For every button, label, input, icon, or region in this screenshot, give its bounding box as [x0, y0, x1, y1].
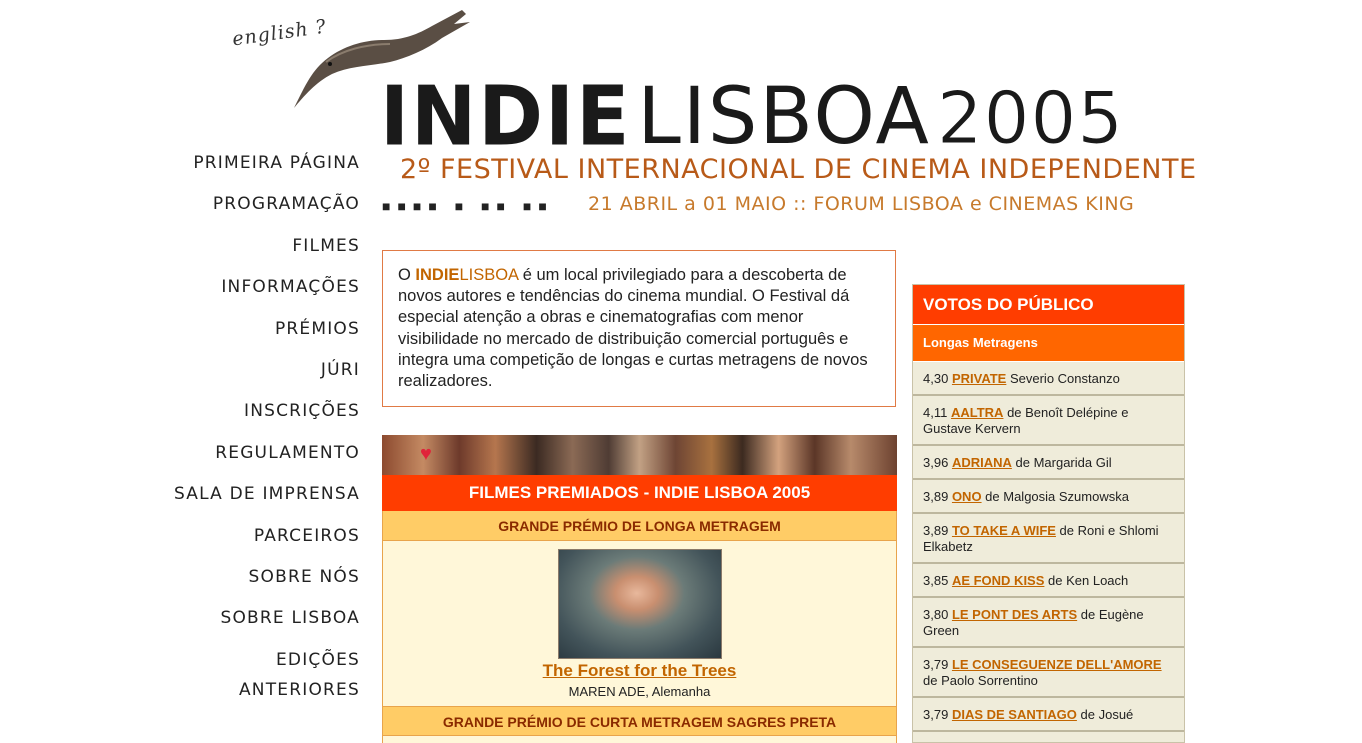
vote-director: de Margarida Gil — [1011, 455, 1112, 470]
vote-film-link[interactable]: PRIVATE — [952, 371, 1006, 386]
intro-prefix: O — [398, 266, 416, 284]
logo-indie: INDIE — [380, 69, 632, 165]
decorative-dots: ■■■■ ■ ■■ ■■ — [382, 198, 554, 214]
prize-section-title: GRANDE PRÉMIO DE LONGA METRAGEM — [382, 511, 897, 541]
festival-dates: 21 ABRIL a 01 MAIO :: FORUM LISBOA e CIN… — [588, 193, 1135, 215]
festival-logo[interactable]: INDIELISBOA2005 — [380, 69, 1125, 165]
nav-juri[interactable]: JÚRI — [160, 355, 360, 396]
vote-score: 3,85 — [923, 573, 949, 588]
heart-icon: ♥ — [420, 443, 432, 465]
intro-brand-lisboa: LISBOA — [459, 266, 519, 284]
prize-film-card — [382, 736, 897, 743]
film-still-image[interactable] — [558, 549, 722, 659]
votes-heading: VOTOS DO PÚBLICO — [913, 285, 1184, 325]
vote-score: 4,30 — [923, 371, 949, 386]
vote-film-link[interactable]: AALTRA — [951, 405, 1003, 420]
vote-row: 3,79 LE CONSEGUENZE DELL'AMORE de Paolo … — [913, 648, 1184, 698]
vote-score: 3,89 — [923, 523, 949, 538]
vote-director: de Paolo Sorrentino — [923, 673, 1038, 688]
prizes-panel: FILMES PREMIADOS - INDIE LISBOA 2005 GRA… — [382, 475, 897, 743]
public-votes-panel: VOTOS DO PÚBLICO Longas Metragens 4,30 P… — [912, 284, 1185, 743]
votes-category: Longas Metragens — [913, 325, 1184, 362]
vote-score: 3,79 — [923, 707, 949, 722]
nav-filmes[interactable]: FILMES — [160, 231, 360, 272]
prizes-heading: FILMES PREMIADOS - INDIE LISBOA 2005 — [382, 475, 897, 511]
vote-row: 3,79 DIAS DE SANTIAGO de Josué — [913, 698, 1184, 732]
film-director: MAREN ADE — [568, 684, 646, 699]
vote-director: de Josué — [1076, 707, 1134, 722]
nav-inscricoes[interactable]: INSCRIÇÕES — [160, 396, 360, 437]
main-nav: PRIMEIRA PÁGINA PROGRAMAÇÃO FILMES INFOR… — [160, 148, 360, 700]
nav-regulamento[interactable]: REGULAMENTO — [160, 438, 360, 479]
nav-primeira-pagina[interactable]: PRIMEIRA PÁGINA — [160, 148, 360, 189]
vote-row: 3,85 AE FOND KISS de Ken Loach — [913, 564, 1184, 598]
vote-row: 3,80 LE PONT DES ARTS de Eugène Green — [913, 598, 1184, 648]
vote-score: 3,79 — [923, 657, 949, 672]
vote-film-link[interactable]: AE FOND KISS — [952, 573, 1044, 588]
film-collage-banner: ♥ — [382, 435, 897, 475]
vote-film-link[interactable]: ONO — [952, 489, 982, 504]
vote-director: de Ken Loach — [1044, 573, 1129, 588]
vote-row: 4,30 PRIVATE Severio Constanzo — [913, 362, 1184, 396]
nav-sobre-nos[interactable]: SOBRE NÓS — [160, 562, 360, 603]
prize-film-card: The Forest for the Trees MAREN ADE, Alem… — [382, 541, 897, 706]
vote-score: 4,11 — [923, 405, 948, 420]
nav-sobre-lisboa[interactable]: SOBRE LISBOA — [160, 603, 360, 644]
vote-row: 3,96 ADRIANA de Margarida Gil — [913, 446, 1184, 480]
intro-text: é um local privilegiado para a descobert… — [398, 266, 868, 391]
vote-film-link[interactable]: LE PONT DES ARTS — [952, 607, 1077, 622]
nav-informacoes[interactable]: INFORMAÇÕES — [160, 272, 360, 313]
logo-lisboa: LISBOA — [637, 72, 931, 162]
festival-tagline: 2º FESTIVAL INTERNACIONAL DE CINEMA INDE… — [400, 154, 1197, 185]
vote-row: 3,89 ONO de Malgosia Szumowska — [913, 480, 1184, 514]
vote-score: 3,96 — [923, 455, 949, 470]
film-country: Alemanha — [651, 684, 711, 699]
nav-edicoes-anteriores[interactable]: EDIÇÕES ANTERIORES — [160, 645, 360, 700]
prize-section-title: GRANDE PRÉMIO DE CURTA METRAGEM SAGRES P… — [382, 706, 897, 736]
vote-director: de Malgosia Szumowska — [981, 489, 1129, 504]
film-title-link[interactable]: The Forest for the Trees — [383, 661, 896, 681]
intro-box: O INDIELISBOA é um local privilegiado pa… — [382, 250, 896, 407]
nav-programacao[interactable]: PROGRAMAÇÃO — [160, 189, 360, 230]
film-credits: MAREN ADE, Alemanha — [568, 684, 711, 699]
vote-director: Severio Constanzo — [1006, 371, 1120, 386]
intro-brand-indie: INDIE — [415, 266, 460, 284]
vote-film-link[interactable]: TO TAKE A WIFE — [952, 523, 1056, 538]
vote-score: 3,80 — [923, 607, 949, 622]
vote-film-link[interactable]: LE CONSEGUENZE DELL'AMORE — [952, 657, 1162, 672]
vote-score: 3,89 — [923, 489, 949, 504]
vote-row: 3,89 TO TAKE A WIFE de Roni e Shlomi Elk… — [913, 514, 1184, 564]
logo-year: 2005 — [936, 76, 1125, 160]
nav-sala-de-imprensa[interactable]: SALA DE IMPRENSA — [160, 479, 360, 520]
vote-film-link[interactable]: DIAS DE SANTIAGO — [952, 707, 1077, 722]
vote-row: 4,11 AALTRA de Benoît Delépine e Gustave… — [913, 396, 1184, 446]
nav-premios[interactable]: PRÉMIOS — [160, 314, 360, 355]
nav-parceiros[interactable]: PARCEIROS — [160, 521, 360, 562]
vote-film-link[interactable]: ADRIANA — [952, 455, 1012, 470]
